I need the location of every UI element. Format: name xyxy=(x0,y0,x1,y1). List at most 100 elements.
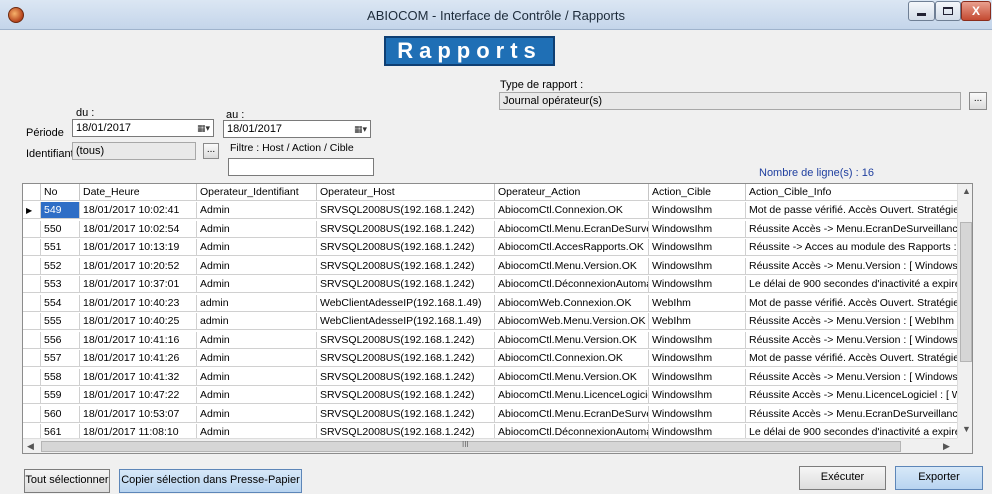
cell-operateur-action: AbiocomCtl.AccesRapports.OK xyxy=(495,239,649,256)
cell-operateur-action: AbiocomCtl.Menu.Version.OK xyxy=(495,368,649,386)
row-header-corner xyxy=(23,184,41,201)
column-header-date-heure[interactable]: Date_Heure xyxy=(80,184,197,201)
cell-operateur-identifiant: Admin xyxy=(197,239,317,256)
scroll-up-icon[interactable]: ▲ xyxy=(962,186,971,196)
cell-operateur-identifiant: Admin xyxy=(197,257,317,275)
minimize-button[interactable] xyxy=(908,1,935,21)
cell-operateur-host: SRVSQL2008US(192.168.1.242) xyxy=(317,424,495,438)
column-header-operateur-action[interactable]: Operateur_Action xyxy=(495,184,649,201)
cell-operateur-host: SRVSQL2008US(192.168.1.242) xyxy=(317,350,495,367)
table-row[interactable]: 553 18/01/2017 10:37:01 Admin SRVSQL2008US(… xyxy=(23,276,957,293)
column-header-action-cible[interactable]: Action_Cible xyxy=(649,184,746,201)
cell-date-heure: 18/01/2017 10:40:25 xyxy=(80,313,197,330)
cell-action-cible-info: Mot de passe vérifié. Accès Ouvert. Stra… xyxy=(746,350,957,367)
column-header-operateur-host[interactable]: Operateur_Host xyxy=(317,184,495,201)
calendar-dropdown-icon[interactable]: ▦▾ xyxy=(197,123,210,134)
cell-date-heure: 18/01/2017 10:02:41 xyxy=(80,202,197,219)
table-row[interactable]: 550 18/01/2017 10:02:54 Admin SRVSQL2008US(… xyxy=(23,220,957,238)
cell-operateur-identifiant: admin xyxy=(197,294,317,312)
vertical-scroll-thumb[interactable] xyxy=(960,222,972,362)
cell-no: 550 xyxy=(41,220,80,238)
column-header-operateur-identifiant[interactable]: Operateur_Identifiant xyxy=(197,184,317,201)
cell-action-cible-info: Réussite -> Acces au module des Rapports… xyxy=(746,239,957,256)
cell-operateur-identifiant: Admin xyxy=(197,202,317,219)
execute-button[interactable]: Exécuter xyxy=(799,466,886,490)
current-row-marker-icon[interactable]: ▶ xyxy=(23,202,41,219)
calendar-dropdown-icon[interactable]: ▦▾ xyxy=(354,124,367,135)
cell-action-cible: WindowsIhm xyxy=(649,202,746,219)
table-row[interactable]: 556 18/01/2017 10:41:16 Admin SRVSQL2008US(… xyxy=(23,331,957,349)
cell-action-cible: WebIhm xyxy=(649,294,746,312)
row-selector[interactable] xyxy=(23,387,41,404)
cell-action-cible-info: Réussite Accès -> Menu.Version : [ Windo… xyxy=(746,332,957,349)
cell-no: 555 xyxy=(41,313,80,330)
cell-operateur-action: AbiocomCtl.DéconnexionAutomatique.OK xyxy=(495,276,649,293)
date-to-picker[interactable]: 18/01/2017 ▦▾ xyxy=(223,120,371,138)
cell-no: 561 xyxy=(41,424,80,438)
identifier-browse-button[interactable]: ... xyxy=(203,143,219,159)
cell-operateur-host: SRVSQL2008US(192.168.1.242) xyxy=(317,368,495,386)
row-selector[interactable] xyxy=(23,276,41,293)
close-button[interactable]: X xyxy=(961,1,991,21)
table-row[interactable]: 557 18/01/2017 10:41:26 Admin SRVSQL2008US(… xyxy=(23,350,957,367)
row-selector[interactable] xyxy=(23,405,41,423)
maximize-button[interactable] xyxy=(935,1,961,21)
cell-operateur-host: SRVSQL2008US(192.168.1.242) xyxy=(317,276,495,293)
row-selector[interactable] xyxy=(23,294,41,312)
export-button[interactable]: Exporter xyxy=(895,466,983,490)
table-row[interactable]: 558 18/01/2017 10:41:32 Admin SRVSQL2008US(… xyxy=(23,368,957,386)
row-selector[interactable] xyxy=(23,239,41,256)
scroll-right-icon[interactable]: ▶ xyxy=(943,441,950,452)
scroll-down-icon[interactable]: ▼ xyxy=(962,424,971,434)
table-row[interactable]: 560 18/01/2017 10:53:07 Admin SRVSQL2008US(… xyxy=(23,405,957,423)
report-type-field[interactable]: Journal opérateur(s) xyxy=(499,92,961,110)
row-selector[interactable] xyxy=(23,313,41,330)
scroll-grip-icon: III xyxy=(462,440,469,449)
report-type-browse-button[interactable]: ... xyxy=(969,92,987,110)
row-selector[interactable] xyxy=(23,331,41,349)
cell-no: 549 xyxy=(41,202,80,219)
table-row[interactable]: 559 18/01/2017 10:47:22 Admin SRVSQL2008US(… xyxy=(23,387,957,404)
cell-operateur-host: WebClientAdesseIP(192.168.1.49) xyxy=(317,313,495,330)
cell-date-heure: 18/01/2017 10:02:54 xyxy=(80,220,197,238)
report-table-body: No Date_Heure Operateur_Identifiant Operate… xyxy=(23,184,957,438)
cell-date-heure: 18/01/2017 10:40:23 xyxy=(80,294,197,312)
cell-operateur-identifiant: Admin xyxy=(197,220,317,238)
column-header-no[interactable]: No xyxy=(41,184,80,201)
identifier-field[interactable]: (tous) xyxy=(72,142,196,160)
row-count-label: Nombre de ligne(s) : 16 xyxy=(759,167,874,179)
vertical-scrollbar[interactable]: ▲ ▼ xyxy=(957,184,972,438)
date-from-label: du : xyxy=(76,107,95,119)
table-row[interactable]: ▶ 549 18/01/2017 10:02:41 Admin SRVSQL2008US… xyxy=(23,202,957,219)
filter-input[interactable] xyxy=(228,158,374,176)
column-header-action-cible-info[interactable]: Action_Cible_Info xyxy=(746,184,957,201)
table-row[interactable]: 551 18/01/2017 10:13:19 Admin SRVSQL2008US(… xyxy=(23,239,957,256)
row-selector[interactable] xyxy=(23,257,41,275)
cell-operateur-action: AbiocomCtl.DéconnexionAutomatique.OK xyxy=(495,424,649,438)
scroll-left-icon[interactable]: ◀ xyxy=(27,441,34,452)
select-all-button[interactable]: Tout sélectionner xyxy=(24,469,110,493)
date-from-picker[interactable]: 18/01/2017 ▦▾ xyxy=(72,119,214,137)
horizontal-scrollbar[interactable]: ◀ III ▶ xyxy=(23,438,957,453)
table-row[interactable]: 561 18/01/2017 11:08:10 Admin SRVSQL2008US(… xyxy=(23,424,957,438)
report-table[interactable]: No Date_Heure Operateur_Identifiant Operate… xyxy=(22,183,973,454)
cell-operateur-host: SRVSQL2008US(192.168.1.242) xyxy=(317,220,495,238)
table-row[interactable]: 552 18/01/2017 10:20:52 Admin SRVSQL2008US(… xyxy=(23,257,957,275)
cell-action-cible-info: Mot de passe vérifié. Accès Ouvert. Stra… xyxy=(746,202,957,219)
table-row[interactable]: 555 18/01/2017 10:40:25 admin WebClientAdes… xyxy=(23,313,957,330)
cell-operateur-host: SRVSQL2008US(192.168.1.242) xyxy=(317,387,495,404)
row-selector[interactable] xyxy=(23,424,41,438)
cell-no: 556 xyxy=(41,331,80,349)
cell-action-cible: WindowsIhm xyxy=(649,220,746,238)
cell-no: 559 xyxy=(41,387,80,404)
horizontal-scroll-thumb[interactable]: III xyxy=(41,440,901,452)
copy-to-clipboard-button[interactable]: Copier sélection dans Presse-Papier xyxy=(119,469,302,493)
page-title-banner: Rapports xyxy=(384,36,555,66)
cell-no: 553 xyxy=(41,276,80,293)
row-selector[interactable] xyxy=(23,220,41,238)
row-selector[interactable] xyxy=(23,368,41,386)
cell-date-heure: 18/01/2017 10:13:19 xyxy=(80,239,197,256)
table-row[interactable]: 554 18/01/2017 10:40:23 admin WebClientAdes… xyxy=(23,294,957,312)
cell-operateur-host: SRVSQL2008US(192.168.1.242) xyxy=(317,331,495,349)
row-selector[interactable] xyxy=(23,350,41,367)
